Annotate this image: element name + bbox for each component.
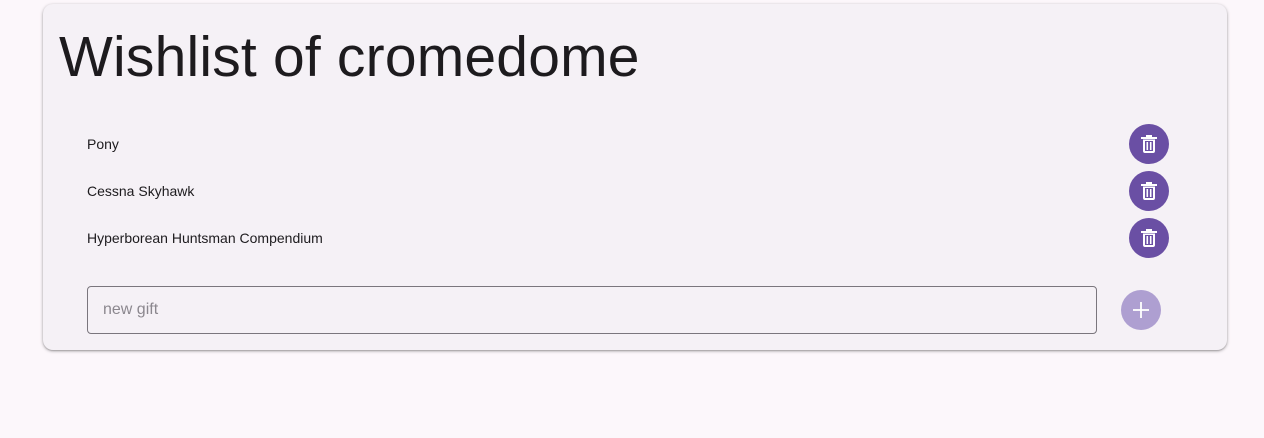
gift-label: Cessna Skyhawk <box>87 183 195 199</box>
list-item: Hyperborean Huntsman Compendium <box>87 218 1169 258</box>
new-gift-input[interactable] <box>88 287 1096 333</box>
gift-label: Pony <box>87 136 119 152</box>
gift-label: Hyperborean Huntsman Compendium <box>87 230 323 246</box>
trash-icon <box>1141 135 1157 153</box>
page-title: Wishlist of cromedome <box>59 25 640 89</box>
trash-icon <box>1141 182 1157 200</box>
delete-gift-button[interactable] <box>1129 171 1169 211</box>
trash-icon <box>1141 229 1157 247</box>
delete-gift-button[interactable] <box>1129 124 1169 164</box>
wishlist-card: Wishlist of cromedome Pony Cessna Skyhaw… <box>43 4 1227 350</box>
new-gift-field <box>87 286 1097 334</box>
add-gift-button[interactable] <box>1121 290 1161 330</box>
plus-icon <box>1133 302 1149 318</box>
list-item: Cessna Skyhawk <box>87 171 1169 211</box>
list-item: Pony <box>87 124 1169 164</box>
delete-gift-button[interactable] <box>1129 218 1169 258</box>
